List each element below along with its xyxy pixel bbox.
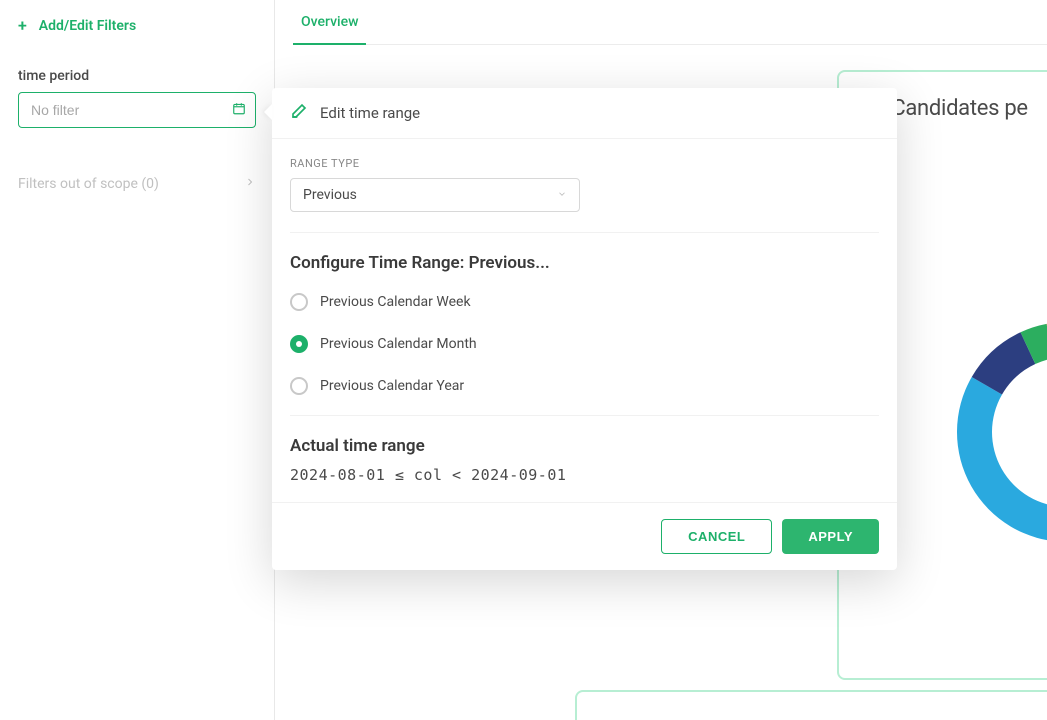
range-type-label: RANGE TYPE	[290, 157, 879, 170]
add-edit-filters-link[interactable]: + Add/Edit Filters	[18, 18, 256, 34]
radio-icon	[290, 293, 308, 311]
tab-overview[interactable]: Overview	[293, 0, 366, 44]
tab-overview-label: Overview	[301, 14, 358, 30]
radio-label-week: Previous Calendar Week	[320, 294, 471, 310]
pencil-icon	[290, 102, 308, 124]
cancel-button-label: CANCEL	[688, 529, 745, 544]
bottom-chart-card	[575, 690, 1047, 720]
radio-label-month: Previous Calendar Month	[320, 336, 477, 352]
radio-previous-year[interactable]: Previous Calendar Year	[290, 377, 879, 395]
radio-previous-month[interactable]: Previous Calendar Month	[290, 335, 879, 353]
apply-button[interactable]: APPLY	[782, 519, 879, 554]
radio-label-year: Previous Calendar Year	[320, 378, 464, 394]
cancel-button[interactable]: CANCEL	[661, 519, 772, 554]
add-edit-filters-label: Add/Edit Filters	[39, 18, 136, 34]
range-type-value: Previous	[303, 187, 357, 203]
apply-button-label: APPLY	[808, 529, 853, 544]
donut-chart	[917, 282, 1047, 582]
radio-previous-week[interactable]: Previous Calendar Week	[290, 293, 879, 311]
filters-out-of-scope-toggle[interactable]: Filters out of scope (0)	[18, 176, 256, 192]
radio-icon	[290, 377, 308, 395]
popover-title: Edit time range	[320, 104, 420, 122]
donut-segment-1	[957, 377, 1047, 542]
chevron-right-icon	[244, 176, 256, 192]
plus-icon: +	[18, 18, 27, 34]
range-type-select[interactable]: Previous	[290, 178, 580, 212]
filters-out-of-scope-label: Filters out of scope (0)	[18, 176, 159, 192]
time-period-input[interactable]	[18, 92, 256, 128]
chevron-down-icon	[557, 188, 567, 202]
actual-range-label: Actual time range	[290, 436, 879, 456]
edit-time-range-popover: Edit time range RANGE TYPE Previous Conf…	[272, 88, 897, 570]
radio-icon	[290, 335, 308, 353]
configure-title: Configure Time Range: Previous...	[290, 253, 879, 273]
time-period-label: time period	[18, 68, 256, 84]
actual-range-value: 2024-08-01 ≤ col < 2024-09-01	[290, 466, 879, 484]
